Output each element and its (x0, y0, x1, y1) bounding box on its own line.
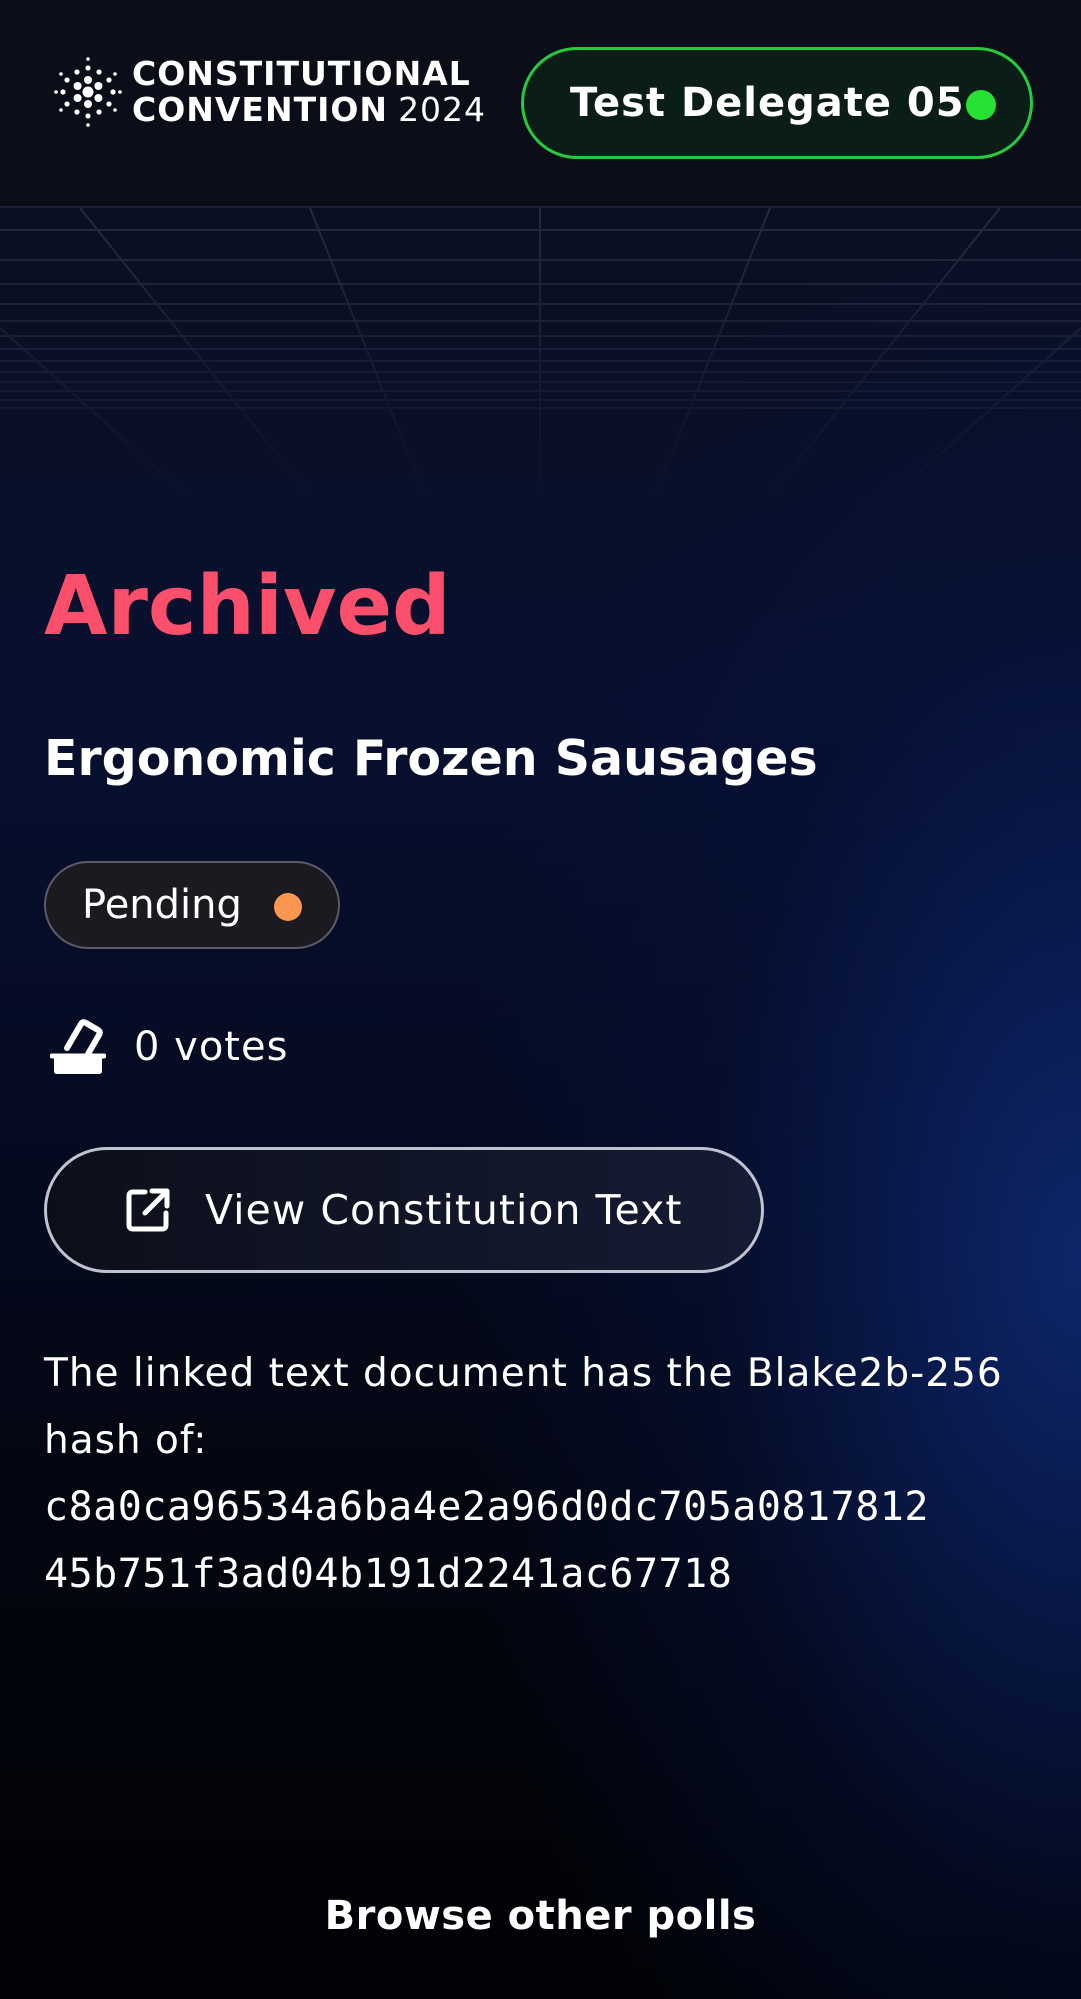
convention-logo[interactable]: CONSTITUTIONAL CONVENTION 2024 (52, 56, 486, 128)
cardano-logo-icon (54, 57, 122, 127)
ballot-box-icon (50, 1019, 106, 1074)
grid-decoration (0, 208, 1081, 508)
hash-value-line-1: c8a0ca96534a6ba4e2a96d0dc705a0817812 (44, 1484, 929, 1530)
hash-value: c8a0ca96534a6ba4e2a96d0dc705a0817812 45b7… (44, 1474, 1044, 1608)
top-header: CONSTITUTIONAL CONVENTION 2024 Test Deleg… (0, 0, 1081, 208)
vote-count: 0 votes (50, 1018, 288, 1076)
pending-status-dot-icon (274, 893, 302, 921)
browse-other-polls-link[interactable]: Browse other polls (0, 1893, 1081, 1939)
hash-intro-text: The linked text document has the Blake2b… (44, 1351, 1003, 1463)
delegate-name: Test Delegate 05 (570, 80, 965, 126)
logo-wordmark: CONSTITUTIONAL CONVENTION 2024 (132, 56, 486, 128)
status-badge-label: Pending (82, 882, 242, 928)
external-link-icon (126, 1188, 170, 1232)
logo-line-2-text: CONVENTION (132, 90, 389, 129)
logo-year: 2024 (398, 90, 487, 129)
poll-page: CONSTITUTIONAL CONVENTION 2024 Test Deleg… (0, 0, 1081, 1999)
vote-count-label: 0 votes (134, 1024, 289, 1070)
document-hash-info: The linked text document has the Blake2b… (44, 1340, 1044, 1608)
hash-value-line-2: 45b751f3ad04b191d2241ac67718 (44, 1551, 733, 1597)
logo-line-1: CONSTITUTIONAL (132, 54, 471, 93)
logo-line-2: CONVENTION 2024 (132, 92, 486, 128)
online-status-dot-icon (966, 90, 996, 120)
delegate-account-button[interactable]: Test Delegate 05 (521, 47, 1033, 159)
view-constitution-label: View Constitution Text (205, 1186, 683, 1234)
poll-title: Ergonomic Frozen Sausages (44, 730, 818, 787)
view-constitution-text-button[interactable]: View Constitution Text (44, 1147, 764, 1273)
poll-status-heading: Archived (44, 559, 451, 654)
poll-status-badge: Pending (44, 861, 340, 949)
